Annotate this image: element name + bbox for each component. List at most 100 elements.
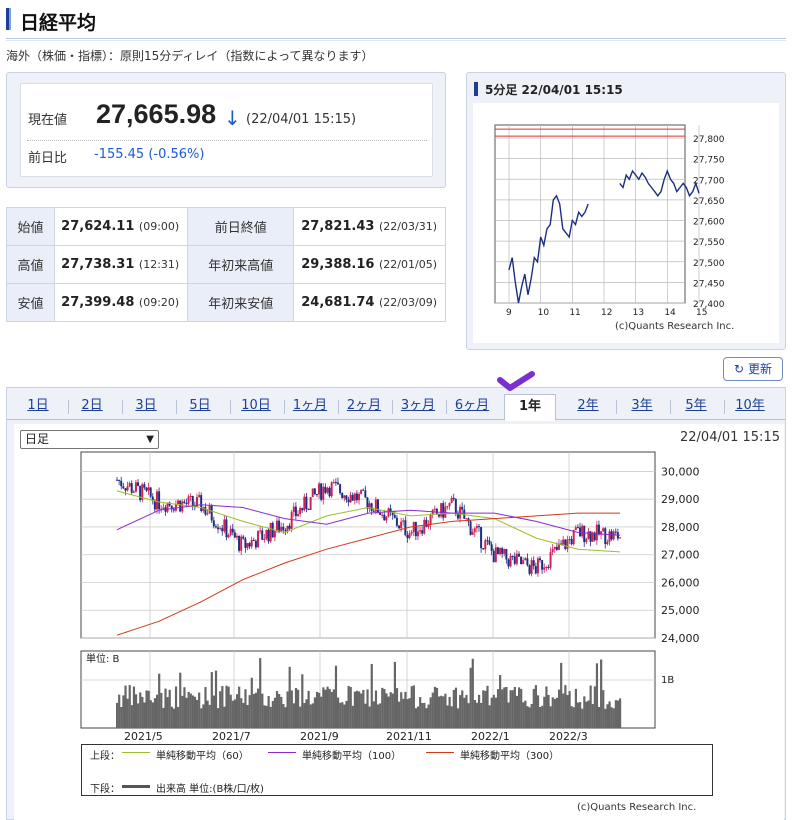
candle-body [528, 565, 531, 574]
period-select[interactable]: 日足 ▼ [20, 430, 159, 449]
tab-period[interactable]: 3年 [620, 394, 664, 420]
open-label: 始値 [6, 207, 55, 246]
intraday-chart-panel: 5分足 22/04/01 15:15 27,800 27,750 27,700 27,… [466, 72, 786, 350]
ytd-high-cell: 29,388.16 (22/01/05) [293, 245, 446, 284]
tab-period[interactable]: 2日 [72, 394, 112, 420]
volume-bar [581, 708, 584, 728]
tab-period[interactable]: 2年 [566, 394, 610, 420]
candle-body [376, 499, 379, 513]
volume-bar [568, 691, 571, 728]
intraday-y-tick: 27,750 [693, 156, 725, 166]
volume-bar [301, 674, 304, 728]
volume-bar [254, 692, 258, 728]
volume-bar [435, 687, 439, 728]
tab-period[interactable]: 1年 [504, 394, 556, 421]
candle-body [520, 556, 523, 564]
volume-bar [252, 693, 255, 728]
candle-body [191, 496, 194, 506]
candle-body [366, 497, 369, 509]
volume-bar [520, 688, 523, 728]
candle-body [210, 505, 213, 521]
volume-bar [204, 687, 207, 728]
candle-body [286, 525, 289, 532]
volume-bar [387, 696, 390, 728]
candle-body [124, 488, 127, 491]
volume-bar [528, 707, 531, 728]
change-value: -155.45 [94, 147, 145, 162]
tab-period[interactable]: 6ヶ月 [450, 394, 494, 420]
tab-period[interactable]: 3日 [126, 394, 166, 420]
mini-header-marker [474, 82, 478, 96]
volume-bar [294, 687, 298, 728]
volume-bar [456, 708, 460, 728]
candle-body [299, 508, 302, 515]
volume-bar [320, 696, 323, 728]
volume-bar [374, 690, 378, 728]
candle-body [614, 531, 617, 533]
intraday-y-tick: 27,500 [693, 259, 725, 269]
volume-bar [416, 706, 420, 728]
refresh-button[interactable]: ↻ 更新 [723, 357, 783, 381]
candle-body [235, 535, 238, 538]
tab-period[interactable]: 5年 [674, 394, 718, 420]
volume-bar [286, 691, 289, 728]
candle-body [238, 535, 241, 551]
price-tick-label: 28,000 [661, 521, 700, 534]
candle-body [429, 514, 432, 525]
volume-bar [242, 702, 245, 728]
tab-period[interactable]: 3ヶ月 [396, 394, 440, 420]
candle-body [543, 567, 546, 570]
volume-bar [379, 703, 382, 728]
tab-period[interactable]: 5日 [180, 394, 220, 420]
volume-bar [362, 689, 365, 728]
candle-body [282, 526, 285, 531]
candle-body [385, 516, 388, 521]
volume-bar [532, 688, 535, 728]
candle-body [541, 560, 544, 570]
volume-bar [353, 691, 357, 728]
volume-bar [261, 693, 264, 728]
volume-bar [187, 691, 190, 728]
tab-period[interactable]: 2ヶ月 [342, 394, 386, 420]
candle-body [604, 528, 607, 545]
candle-body [134, 482, 137, 492]
candle-body [296, 514, 299, 516]
volume-bar [339, 702, 342, 728]
candle-body [402, 520, 405, 522]
volume-bar [166, 697, 169, 728]
candle-body [332, 482, 335, 484]
candle-body [198, 495, 201, 498]
volume-bar [299, 706, 302, 728]
volume-bar [408, 698, 411, 728]
tab-separator [122, 400, 123, 414]
volume-bar [122, 695, 125, 728]
candle-body [179, 500, 182, 512]
candle-body [568, 539, 571, 541]
tab-period[interactable]: 1日 [18, 394, 58, 420]
candle-body [438, 514, 441, 517]
volume-bar [522, 702, 525, 728]
candle-body [482, 548, 485, 550]
tab-period[interactable]: 1ヶ月 [288, 394, 332, 420]
legend-ma60-swatch [122, 752, 150, 753]
price-summary-inner: 現在値 27,665.98 ↓ (22/04/01 15:15) 前日比 -15… [20, 83, 433, 177]
volume-bar [238, 686, 241, 728]
volume-bar [366, 689, 369, 728]
volume-bar [364, 703, 367, 728]
candle-body [301, 508, 304, 511]
volume-bar [368, 706, 371, 728]
volume-bar [244, 689, 247, 728]
volume-bar [526, 706, 529, 728]
tab-period[interactable]: 10日 [234, 394, 278, 420]
tab-period[interactable]: 10年 [728, 394, 772, 420]
volume-bar [376, 704, 380, 728]
title-marker [6, 8, 11, 30]
ytd-high-value: 29,388.16 [301, 257, 375, 272]
volume-unit-label: 単位: B [86, 652, 120, 665]
candle-body [395, 517, 398, 526]
candle-body [349, 494, 352, 503]
volume-bar [172, 708, 176, 728]
candle-body [494, 547, 497, 563]
volume-bar [515, 695, 519, 728]
x-axis-label: 2021/5 [124, 730, 163, 743]
